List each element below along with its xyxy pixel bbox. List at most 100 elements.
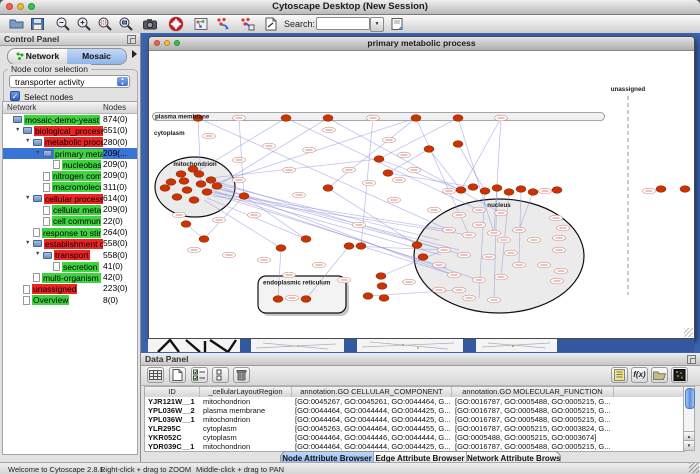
float-panel-icon[interactable] — [127, 35, 136, 44]
background-network-windows[interactable] — [148, 339, 694, 352]
snapshot-button[interactable] — [142, 16, 159, 32]
delete-attribute-button[interactable] — [233, 367, 250, 383]
network-node[interactable] — [281, 115, 291, 122]
network-edge[interactable] — [461, 118, 501, 190]
node-color-dropdown[interactable]: transporter activity ▲▼ — [9, 75, 130, 88]
expander-icon[interactable]: ▼ — [25, 241, 33, 247]
expander-icon[interactable]: ▼ — [25, 139, 33, 145]
table-row[interactable]: YLR295Ccytoplasm[GO:0045263, GO:0044464,… — [145, 424, 684, 433]
network-node[interactable] — [323, 115, 333, 122]
control-panel-header[interactable]: Control Panel — [0, 33, 140, 46]
network-node[interactable] — [182, 187, 192, 194]
expander-icon[interactable]: ▼ — [35, 252, 43, 258]
network-node[interactable] — [453, 115, 463, 122]
zoom-in-button[interactable] — [76, 16, 93, 32]
network-node[interactable] — [206, 177, 216, 184]
tree-row[interactable]: macromolecule311(0) — [3, 182, 137, 193]
network-tree-header[interactable]: Network Nodes — [3, 102, 137, 114]
network-node[interactable] — [189, 197, 199, 204]
view-resize-grip[interactable] — [684, 328, 693, 337]
network-node[interactable] — [160, 185, 170, 192]
network-node[interactable] — [301, 236, 311, 243]
network-node[interactable] — [374, 156, 384, 163]
network-edge[interactable] — [213, 184, 454, 275]
network-node[interactable] — [516, 186, 526, 193]
network-canvas[interactable]: plasma membranecytoplasmmitochondrionnuc… — [149, 50, 694, 339]
expander-icon[interactable]: ▼ — [25, 196, 33, 202]
zoom-out-button[interactable] — [55, 16, 72, 32]
table-row[interactable]: YPL036W__1mitochondrion[GO:0044464, GO:0… — [145, 415, 684, 424]
new-attribute-button[interactable] — [169, 367, 186, 383]
network-node[interactable] — [412, 242, 422, 249]
network-node[interactable] — [680, 186, 690, 193]
tree-row[interactable]: ▼biological_process651(0) — [3, 125, 137, 136]
tree-row[interactable]: ▼metabolic process280(0) — [3, 137, 137, 148]
network-edge[interactable] — [211, 190, 441, 255]
network-node[interactable] — [528, 189, 538, 196]
tree-row[interactable]: nucleobase-209(0) — [3, 159, 137, 170]
vizmapper-button[interactable] — [193, 16, 210, 32]
network-node[interactable] — [468, 184, 478, 191]
tree-row[interactable]: secretion41(0) — [3, 261, 137, 272]
network-node[interactable] — [181, 221, 191, 228]
expander-icon[interactable]: ▼ — [35, 151, 43, 157]
network-node[interactable] — [301, 296, 311, 303]
tab-mosaic[interactable]: Mosaic — [67, 49, 126, 64]
network-node[interactable] — [166, 179, 176, 186]
network-node[interactable] — [480, 188, 490, 195]
new-network-from-selection-button[interactable] — [215, 16, 232, 32]
app-resize-grip[interactable] — [689, 463, 699, 473]
table-row[interactable]: YKR052Ccytoplasm[GO:0044464, GO:0044446,… — [145, 433, 684, 442]
new-nested-network-button[interactable] — [239, 16, 256, 32]
tree-row[interactable]: response to stimulu264(0) — [3, 227, 137, 238]
network-node[interactable] — [453, 141, 463, 148]
network-edge[interactable] — [209, 182, 439, 240]
tab-network[interactable]: Network — [8, 49, 67, 64]
network-node[interactable] — [377, 283, 387, 290]
network-node[interactable] — [276, 245, 286, 252]
network-node[interactable] — [194, 171, 204, 178]
network-node[interactable] — [212, 183, 222, 190]
float-data-panel-icon[interactable] — [687, 355, 696, 364]
network-node[interactable] — [179, 178, 189, 185]
titlebar[interactable]: Cytoscape Desktop (New Session) — [0, 0, 700, 15]
network-node[interactable] — [239, 193, 249, 200]
table-column-header[interactable]: ID — [145, 387, 200, 397]
scroll-down-button[interactable]: ▼ — [684, 440, 694, 450]
attribute-table[interactable]: YJR121W__1mitochondrion[GO:0045267, GO:0… — [144, 397, 685, 452]
tree-row[interactable]: cellular metabo209(0) — [3, 204, 137, 215]
select-attributes-button[interactable] — [191, 367, 208, 383]
network-node[interactable] — [552, 187, 562, 194]
scrollbar-thumb[interactable] — [685, 388, 695, 409]
network-node[interactable] — [418, 254, 428, 261]
network-node[interactable] — [424, 146, 434, 153]
tree-row[interactable]: ▼transport558(0) — [3, 250, 137, 261]
table-row[interactable]: YPL036W__2plasma membrane[GO:0044464, GO… — [145, 406, 684, 415]
network-node[interactable] — [273, 296, 283, 303]
table-column-header[interactable]: annotation.GO CELLULAR_COMPONENT — [292, 387, 452, 397]
network-node[interactable] — [196, 181, 206, 188]
network-node[interactable] — [456, 187, 466, 194]
tree-row[interactable]: multi-organism pro42(0) — [3, 272, 137, 283]
network-edge[interactable] — [217, 188, 459, 250]
expander-icon[interactable]: ▼ — [15, 128, 23, 134]
table-row[interactable]: YDR039C__1mitochondrion[GO:0044464, GO:0… — [145, 442, 684, 451]
network-node[interactable] — [504, 189, 514, 196]
search-dropdown-button[interactable]: ▼ — [370, 17, 384, 32]
annotation-button[interactable] — [262, 16, 279, 32]
search-input[interactable] — [316, 17, 370, 30]
tab-overflow-icon[interactable] — [132, 50, 137, 58]
network-node[interactable] — [376, 273, 386, 280]
network-node[interactable] — [383, 170, 393, 177]
formula-button[interactable]: f(x) — [631, 367, 648, 383]
network-node[interactable] — [492, 185, 502, 192]
attribute-matrix-button[interactable] — [671, 367, 688, 383]
network-edge[interactable] — [286, 118, 479, 210]
network-node[interactable] — [379, 295, 389, 302]
attribute-batch-button[interactable] — [611, 367, 628, 383]
network-node[interactable] — [323, 185, 333, 192]
network-node[interactable] — [202, 189, 212, 196]
tree-row[interactable]: Overview8(0) — [3, 295, 137, 306]
tree-row[interactable]: unassigned223(0) — [3, 283, 137, 294]
network-edge[interactable] — [215, 188, 464, 255]
